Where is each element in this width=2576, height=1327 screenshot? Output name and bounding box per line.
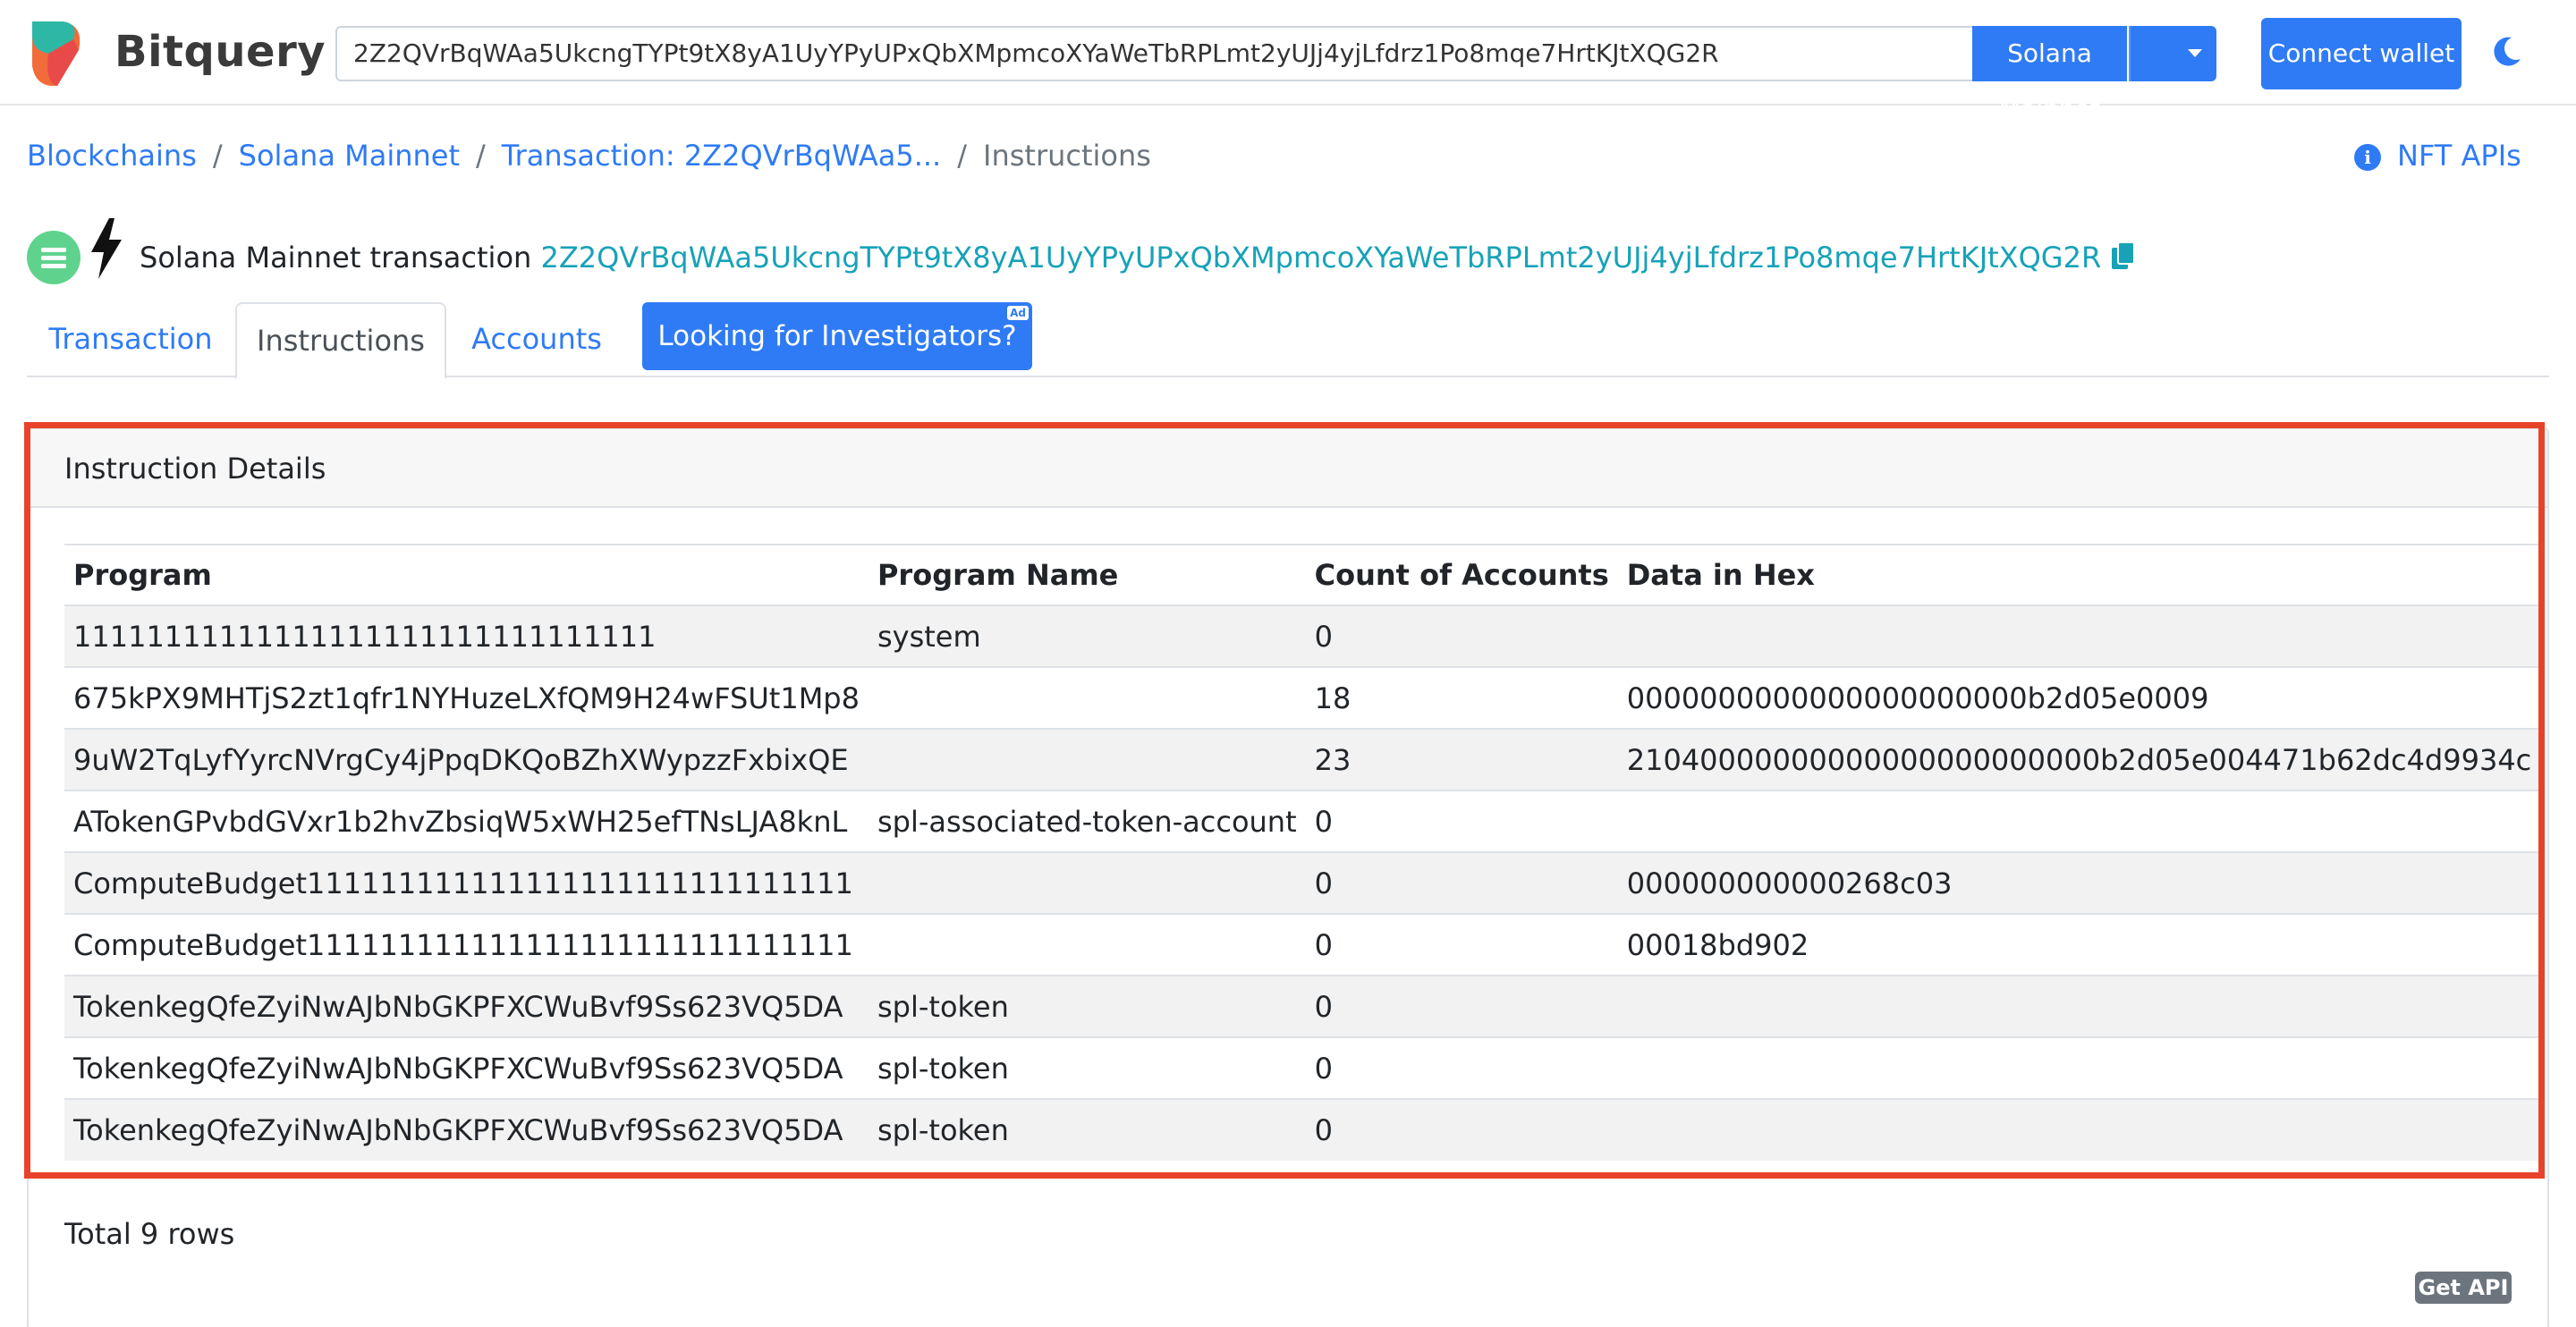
breadcrumb-separator: /	[957, 139, 967, 173]
solana-icon	[27, 231, 80, 284]
table-body: 11111111111111111111111111111111 system 0 …	[64, 604, 2541, 1161]
column-header-data-in-hex[interactable]: Data in Hex	[1617, 544, 2541, 606]
nft-apis-label: NFT APIs	[2397, 139, 2521, 173]
cell-count: 0	[1305, 790, 1618, 852]
cell-program-name	[868, 851, 1306, 914]
cell-program[interactable]: ComputeBudget111111111111111111111111111…	[64, 851, 869, 914]
connect-wallet-button[interactable]: Connect wallet	[2261, 18, 2462, 89]
column-header-program[interactable]: Program	[64, 544, 869, 606]
cell-data-hex	[1617, 975, 2541, 1037]
cell-program-name: spl-associated-token-account	[868, 790, 1306, 852]
search-input[interactable]: 2Z2QVrBqWAa5UkcngTYPt9tX8yA1UyYPyUPxQbXM…	[335, 26, 1972, 81]
breadcrumb-current: Instructions	[983, 139, 1151, 173]
table-row: TokenkegQfeZyiNwAJbNbGKPFXCWuBvf9Ss623VQ…	[64, 1036, 2541, 1099]
cell-data-hex: 0000000000000000000000b2d05e0009	[1617, 666, 2541, 729]
caret-down-icon	[2188, 49, 2202, 57]
tab-transaction[interactable]: Transaction	[27, 302, 234, 377]
cell-program[interactable]: 675kPX9MHTjS2zt1qfr1NYHuzeLXfQM9H24wFSUt…	[64, 666, 869, 729]
cell-program-name: spl-token	[868, 1036, 1306, 1099]
tab-instructions[interactable]: Instructions	[235, 302, 446, 379]
transaction-title: Solana Mainnet transaction 2Z2QVrBqWAa5U…	[140, 238, 2137, 277]
cell-program-name	[868, 913, 1306, 976]
cell-count: 0	[1305, 1098, 1618, 1161]
cell-program[interactable]: ComputeBudget111111111111111111111111111…	[64, 913, 869, 976]
cell-program-name: spl-token	[868, 1098, 1306, 1161]
cell-program[interactable]: TokenkegQfeZyiNwAJbNbGKPFXCWuBvf9Ss623VQ…	[64, 1098, 869, 1161]
table-row: ATokenGPvbdGVxr1b2hvZbsiqW5xWH25efTNsLJA…	[64, 790, 2541, 852]
table-row: ComputeBudget111111111111111111111111111…	[64, 851, 2541, 914]
breadcrumb-network-link[interactable]: Solana Mainnet	[239, 139, 460, 173]
cell-program-name	[868, 728, 1306, 790]
table-header-row: Program Program Name Count of Accounts D…	[64, 544, 2541, 606]
table-row: TokenkegQfeZyiNwAJbNbGKPFXCWuBvf9Ss623VQ…	[64, 975, 2541, 1037]
column-header-program-name[interactable]: Program Name	[868, 544, 1306, 606]
table-row: TokenkegQfeZyiNwAJbNbGKPFXCWuBvf9Ss623VQ…	[64, 1098, 2541, 1161]
lightning-bolt-icon	[91, 218, 122, 279]
investigators-ad-label: Looking for Investigators?	[657, 320, 1017, 352]
brand-name[interactable]: Bitquery	[114, 27, 326, 77]
nft-apis-link[interactable]: i NFT APIs	[2354, 136, 2521, 175]
cell-program-name: system	[868, 604, 1306, 667]
investigators-ad-button[interactable]: Looking for Investigators? Ad	[642, 302, 1032, 370]
cell-count: 18	[1305, 666, 1618, 729]
table-row: 11111111111111111111111111111111 system 0	[64, 604, 2541, 667]
cell-program-name	[868, 666, 1306, 729]
info-icon: i	[2354, 144, 2381, 171]
cell-program-name: spl-token	[868, 975, 1306, 1037]
breadcrumb-separator: /	[212, 139, 223, 173]
cell-count: 0	[1305, 975, 1618, 1037]
cell-program[interactable]: 11111111111111111111111111111111	[64, 604, 869, 667]
table-row: 675kPX9MHTjS2zt1qfr1NYHuzeLXfQM9H24wFSUt…	[64, 666, 2541, 729]
cell-program[interactable]: TokenkegQfeZyiNwAJbNbGKPFXCWuBvf9Ss623VQ…	[64, 975, 869, 1037]
network-dropdown-toggle[interactable]	[2129, 26, 2216, 81]
tab-bar: Transaction Instructions Accounts	[27, 302, 2549, 379]
cell-data-hex	[1617, 1098, 2541, 1161]
cell-data-hex: 21040000000000000000000000b2d05e004471b6…	[1617, 728, 2541, 790]
cell-count: 0	[1305, 1036, 1618, 1099]
transaction-hash-link[interactable]: 2Z2QVrBqWAa5UkcngTYPt9tX8yA1UyYPyUPxQbXM…	[540, 241, 2101, 275]
cell-program[interactable]: ATokenGPvbdGVxr1b2hvZbsiqW5xWH25efTNsLJA…	[64, 790, 869, 852]
cell-count: 23	[1305, 728, 1618, 790]
cell-data-hex	[1617, 1036, 2541, 1099]
instructions-table: Program Program Name Count of Accounts D…	[64, 544, 2541, 1161]
cell-program[interactable]: 9uW2TqLyfYyrcNVrgCy4jPpqDKQoBZhXWypzzFxb…	[64, 728, 869, 790]
breadcrumb-transaction-link[interactable]: Transaction: 2Z2QVrBqWAa5...	[502, 139, 941, 173]
cell-data-hex: 00018bd902	[1617, 913, 2541, 976]
cell-count: 0	[1305, 851, 1618, 914]
transaction-title-prefix: Solana Mainnet transaction	[140, 241, 532, 275]
ad-badge: Ad	[1007, 306, 1029, 320]
cell-program[interactable]: TokenkegQfeZyiNwAJbNbGKPFXCWuBvf9Ss623VQ…	[64, 1036, 869, 1099]
tab-accounts[interactable]: Accounts	[447, 302, 626, 377]
copy-icon[interactable]	[2110, 241, 2137, 271]
table-row: 9uW2TqLyfYyrcNVrgCy4jPpqDKQoBZhXWypzzFxb…	[64, 728, 2541, 790]
cell-count: 0	[1305, 913, 1618, 976]
cell-data-hex	[1617, 604, 2541, 667]
dark-mode-moon-icon[interactable]	[2488, 34, 2524, 70]
breadcrumb: Blockchains / Solana Mainnet / Transaction: …	[27, 136, 1151, 175]
card-header: Instruction Details	[29, 429, 2547, 508]
breadcrumb-separator: /	[476, 139, 486, 173]
cell-data-hex	[1617, 790, 2541, 852]
network-select-button[interactable]: Solana Mainnet	[1972, 26, 2127, 123]
get-api-button[interactable]: Get API	[2415, 1272, 2512, 1304]
breadcrumb-blockchains-link[interactable]: Blockchains	[27, 139, 197, 173]
cell-data-hex: 000000000000268c03	[1617, 851, 2541, 914]
top-navbar: Bitquery 2Z2QVrBqWAa5UkcngTYPt9tX8yA1UyY…	[0, 0, 2576, 123]
bitquery-logo-icon[interactable]	[27, 18, 89, 89]
column-header-count-of-accounts[interactable]: Count of Accounts	[1305, 544, 1618, 606]
total-rows-label: Total 9 rows	[64, 1217, 235, 1251]
table-row: ComputeBudget111111111111111111111111111…	[64, 913, 2541, 976]
cell-count: 0	[1305, 604, 1618, 667]
